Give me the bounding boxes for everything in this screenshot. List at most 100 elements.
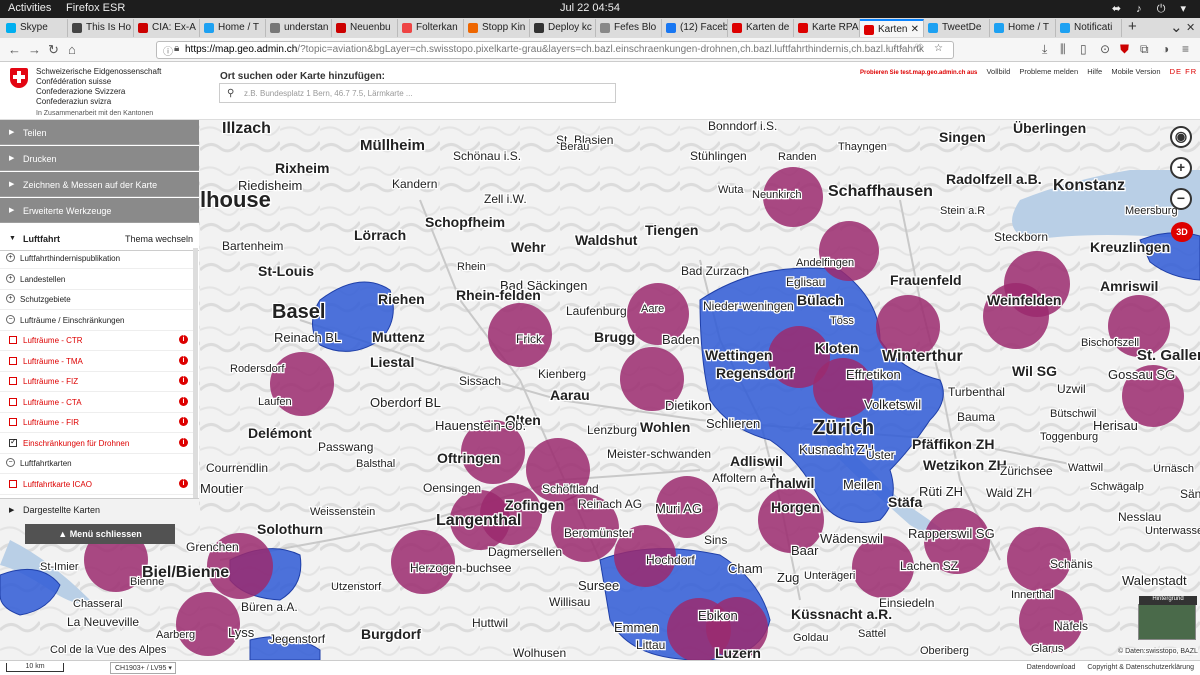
layer-info-icon[interactable]: i — [179, 478, 188, 488]
extension-2-icon[interactable]: ◑ — [1162, 42, 1169, 56]
downloads-icon[interactable]: ⤓ — [1042, 42, 1047, 57]
tab-2[interactable]: CIA: Ex-A — [134, 19, 200, 37]
zoom-in-button[interactable]: + — [1170, 157, 1192, 179]
sync-icon[interactable]: ⊙ — [1100, 42, 1110, 56]
expand-icon[interactable]: + — [6, 253, 15, 262]
tab-16[interactable]: Notificati — [1056, 19, 1122, 37]
change-theme-button[interactable]: Thema wechseln — [125, 234, 193, 244]
activities-button[interactable]: Activities — [8, 2, 51, 14]
tab-6[interactable]: Folterkan — [398, 19, 464, 37]
layer-tree-item[interactable]: Luftfahrtkarte ICAO i — [0, 474, 196, 495]
help-link[interactable]: Hilfe — [1087, 67, 1102, 76]
layer-checkbox[interactable] — [9, 356, 17, 365]
tab-13[interactable]: Karten ✕ — [860, 19, 924, 37]
layer-tree-item[interactable]: + Landestellen — [0, 269, 196, 290]
tab-3[interactable]: Home / T — [200, 19, 266, 37]
layer-tree-item[interactable]: Einschränkungen für Drohnen i — [0, 433, 196, 454]
tab-14[interactable]: TweetDe — [924, 19, 990, 37]
background-selector[interactable]: Hintergrund — [1138, 596, 1197, 640]
layer-info-icon[interactable]: i — [179, 335, 188, 344]
page-header: Schweizerische Eidgenossenschaft Confédé… — [0, 62, 1200, 120]
new-tab-icon[interactable]: + — [1128, 18, 1137, 35]
layer-checkbox[interactable] — [9, 377, 17, 385]
tab-5[interactable]: Neuenbu — [332, 19, 398, 37]
fullscreen-link[interactable]: Vollbild — [986, 67, 1010, 76]
extension-icon[interactable]: ⧉ — [1140, 42, 1149, 57]
tab-4[interactable]: understan — [266, 19, 332, 37]
zoom-out-button[interactable]: − — [1170, 188, 1192, 210]
language-selector[interactable]: DE FR IT EN RM — [1170, 67, 1200, 76]
tab-12[interactable]: Karte RPA — [794, 19, 860, 37]
displayed-maps-header[interactable]: ▶ Dargestellte Karten — [0, 498, 199, 520]
layer-checkbox[interactable] — [9, 336, 17, 344]
report-problem-link[interactable]: Probleme melden — [1019, 67, 1078, 76]
app-menu[interactable]: Firefox ESR — [66, 2, 125, 14]
drone-restriction-zone[interactable] — [176, 592, 240, 656]
layer-info-icon[interactable]: i — [179, 437, 188, 447]
page-actions-icon[interactable]: ··· ♡ ☆ — [886, 43, 947, 54]
menu-icon[interactable]: ≡ — [1182, 42, 1189, 56]
layer-tree-item[interactable]: Lufträume - CTA i — [0, 392, 196, 413]
library-icon[interactable]: ⫼ — [1060, 42, 1066, 57]
sidebar-item-print[interactable]: ▶ Drucken — [0, 146, 199, 171]
forward-icon[interactable]: → — [28, 42, 41, 57]
mobile-version-link[interactable]: Mobile Version — [1111, 67, 1160, 76]
sidebar-item-share[interactable]: ▶ Teilen — [0, 120, 199, 145]
tab-overflow-icon[interactable]: ⌄ — [1170, 18, 1183, 36]
layer-tree-item[interactable]: + Luftfahrthindernispublikation — [0, 248, 196, 269]
tab-10[interactable]: (12) Faceb — [662, 19, 728, 37]
collapse-icon[interactable]: − — [6, 314, 15, 324]
url-bar[interactable]: ⓘ 🔒︎ https://map.geo.admin.ch/?topic=avi… — [156, 41, 954, 59]
clock[interactable]: Jul 22 04:54 — [560, 2, 620, 14]
layer-checkbox[interactable] — [9, 418, 17, 426]
layer-info-icon[interactable]: i — [179, 417, 188, 426]
reload-icon[interactable]: ↻ — [48, 42, 59, 58]
close-menu-button[interactable]: ▲ Menü schliessen — [25, 524, 175, 544]
expand-icon[interactable]: + — [6, 273, 15, 283]
search-input[interactable]: ⚲ z.B. Bundesplatz 1 Bern, 46.7 7.5, Lär… — [219, 83, 616, 103]
layer-tree-item[interactable]: Lufträume - FIZ i — [0, 371, 196, 392]
crs-select[interactable]: CH1903+ / LV95 ▾ — [110, 662, 176, 674]
ublock-icon[interactable]: ⛊ — [1120, 42, 1129, 57]
sidebar-icon[interactable]: ▯ — [1080, 42, 1087, 56]
back-icon[interactable]: ← — [8, 42, 21, 57]
3d-button[interactable]: 3D — [1171, 222, 1193, 242]
layer-info-icon[interactable]: i — [179, 355, 188, 365]
test-link[interactable]: Probieren Sie test.map.geo.admin.ch aus — [860, 70, 977, 76]
sidebar-item-advanced-tools[interactable]: ▶ Erweiterte Werkzeuge — [0, 198, 199, 223]
home-icon[interactable]: ⌂ — [68, 42, 76, 57]
layer-tree-item[interactable]: Lufträume - TMA i — [0, 351, 196, 372]
layer-checkbox[interactable] — [9, 437, 17, 447]
system-tray-icons[interactable]: ⬌ ♪ ⏻ ▾ — [1112, 2, 1192, 16]
close-tab-icon[interactable]: ✕ — [911, 24, 919, 35]
confederation-logo-text[interactable]: Schweizerische Eidgenossenschaft Confédé… — [36, 67, 161, 119]
tab-8[interactable]: Deploy kc — [530, 19, 596, 37]
geolocate-icon[interactable]: ◉ — [1170, 126, 1192, 148]
sidebar-scrollbar[interactable] — [193, 248, 198, 508]
drone-restriction-zone[interactable] — [819, 221, 879, 281]
swiss-flag-icon[interactable] — [10, 68, 28, 88]
layer-checkbox[interactable] — [9, 479, 17, 488]
tab-0[interactable]: Skype — [2, 19, 68, 37]
layer-tree-item[interactable]: + Schutzgebiete — [0, 289, 196, 310]
tab-11[interactable]: Karten de — [728, 19, 794, 37]
tab-1[interactable]: This Is Ho — [68, 19, 134, 37]
layer-checkbox[interactable] — [9, 397, 17, 406]
collapse-icon[interactable]: − — [6, 458, 15, 467]
window-close-icon[interactable]: ✕ — [1186, 21, 1195, 34]
layer-tree-item[interactable]: − Luftfahrtkarten — [0, 453, 196, 474]
layer-tree-item[interactable]: Lufträume - FIR i — [0, 412, 196, 433]
layer-tree-item[interactable]: − Lufträume / Einschränkungen — [0, 310, 196, 331]
tab-15[interactable]: Home / T — [990, 19, 1056, 37]
data-download-link[interactable]: Datendownload — [1027, 664, 1076, 671]
lock-icon[interactable]: 🔒︎ — [174, 43, 179, 54]
sidebar-item-draw-measure[interactable]: ▶ Zeichnen & Messen auf der Karte — [0, 172, 199, 197]
layer-tree-item[interactable]: Lufträume - CTR i — [0, 330, 196, 351]
tab-7[interactable]: Stopp Kin — [464, 19, 530, 37]
expand-icon[interactable]: + — [6, 294, 15, 303]
layer-info-icon[interactable]: i — [179, 396, 188, 406]
layer-info-icon[interactable]: i — [179, 376, 188, 385]
tab-9[interactable]: Fefes Blo — [596, 19, 662, 37]
info-icon[interactable]: ⓘ — [163, 43, 173, 58]
copyright-link[interactable]: Copyright & Datenschutzerklärung — [1087, 664, 1194, 671]
